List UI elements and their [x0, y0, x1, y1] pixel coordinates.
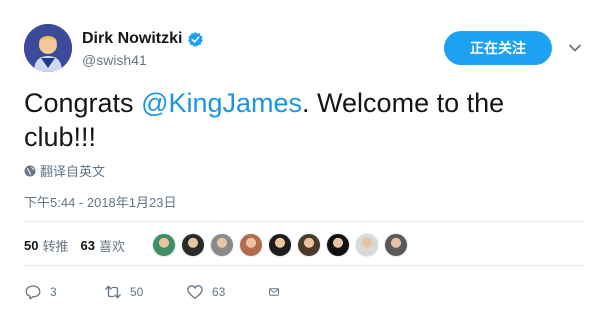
liker-avatar[interactable] [297, 233, 321, 257]
tweet-card: Dirk Nowitzki @swish41 正在关注 Congrats @Ki… [0, 0, 613, 310]
divider [24, 221, 584, 222]
reply-icon [25, 285, 41, 300]
tweet-stats: 50 转推 63 喜欢 [24, 236, 137, 255]
retweet-button[interactable]: 50 [104, 283, 186, 301]
liker-avatar[interactable] [152, 233, 176, 257]
display-name[interactable]: Dirk Nowitzki [82, 30, 182, 48]
retweet-count: 50 [130, 285, 144, 299]
envelope-icon [269, 288, 279, 296]
more-options-chevron-down-icon[interactable] [567, 40, 583, 56]
retweets-stat[interactable]: 50 转推 [24, 236, 68, 255]
following-button[interactable]: 正在关注 [444, 31, 552, 65]
liker-avatars [152, 233, 413, 257]
avatar[interactable] [24, 24, 72, 72]
tweet-text-before: Congrats [24, 88, 142, 118]
liker-avatar[interactable] [268, 233, 292, 257]
liker-avatar[interactable] [210, 233, 234, 257]
mention-link[interactable]: @KingJames [141, 88, 302, 118]
tweet-actions: 3 50 63 [24, 283, 288, 301]
tweet-text: Congrats @KingJames. Welcome to the club… [24, 86, 564, 154]
like-button[interactable]: 63 [186, 283, 268, 301]
reply-button[interactable]: 3 [24, 283, 104, 301]
liker-avatar[interactable] [181, 233, 205, 257]
reply-count: 3 [50, 285, 57, 299]
likes-stat[interactable]: 63 喜欢 [80, 236, 124, 255]
globe-icon [24, 165, 36, 176]
avatar-image [24, 24, 72, 72]
liker-avatar[interactable] [326, 233, 350, 257]
likes-count: 63 [80, 238, 95, 253]
tweet-timestamp[interactable]: 下午5:44 - 2018年1月23日 [24, 192, 176, 211]
like-count: 63 [212, 285, 226, 299]
translate-link[interactable]: 翻译自英文 [24, 161, 105, 180]
direct-message-button[interactable] [268, 283, 288, 301]
heart-icon [187, 285, 203, 300]
translate-label: 翻译自英文 [40, 164, 106, 179]
likes-label: 喜欢 [98, 239, 125, 254]
liker-avatar[interactable] [239, 233, 263, 257]
retweet-icon [105, 285, 121, 299]
liker-avatar[interactable] [384, 233, 408, 257]
liker-avatar[interactable] [355, 233, 379, 257]
divider [24, 265, 584, 266]
verified-badge-icon [187, 31, 204, 48]
user-handle[interactable]: @swish41 [82, 52, 147, 68]
name-row: Dirk Nowitzki [82, 30, 204, 48]
retweets-label: 转推 [42, 239, 69, 254]
retweets-count: 50 [24, 238, 39, 253]
